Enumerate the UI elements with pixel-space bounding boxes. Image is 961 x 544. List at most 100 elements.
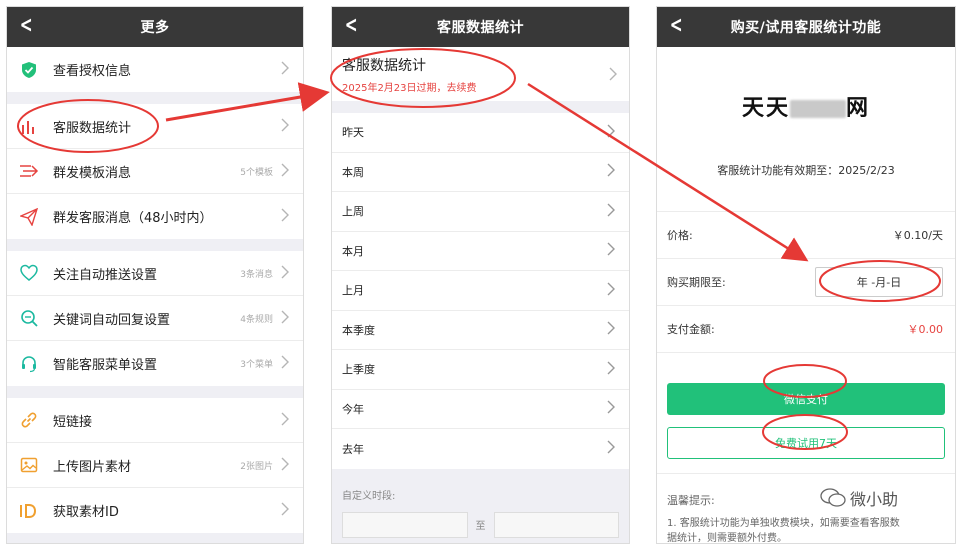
chevron-right-icon <box>281 163 289 180</box>
chevron-right-icon <box>607 282 615 299</box>
menu-item-hint: 4条规则 <box>240 314 273 325</box>
chevron-right-icon <box>281 355 289 372</box>
purchase-panel: < 购买/试用客服统计功能 天天 网 客服统计功能有效期至：2025/2/23 价… <box>656 6 956 544</box>
more-panel: < 更多 查看授权信息 客服数据统计 群发模板消息 5个模板 群发客服消息（48… <box>6 6 304 544</box>
period-label: 本月 <box>342 244 364 258</box>
menu-item-label: 群发模板消息 <box>53 165 132 181</box>
menu-item-label: 关键词自动回复设置 <box>53 312 171 328</box>
stats-renew-card[interactable]: 客服数据统计 2025年2月23日过期，去续费 <box>332 47 629 101</box>
amount-value: ￥0.00 <box>907 323 944 336</box>
period-item-this-month[interactable]: 本月 <box>332 231 629 271</box>
period-label: 今年 <box>342 402 364 416</box>
menu-item-label: 智能客服菜单设置 <box>53 358 158 373</box>
menu-item-label: 查看授权信息 <box>53 64 132 79</box>
page-title: 更多 <box>140 20 170 36</box>
period-item-this-week[interactable]: 本周 <box>332 152 629 192</box>
topbar: < 客服数据统计 <box>332 7 629 47</box>
heart-icon <box>19 263 39 283</box>
free-trial-button[interactable]: 免费试用7天 <box>667 427 945 459</box>
expiry-date-picker[interactable]: 年 -月-日 <box>815 267 943 297</box>
wechat-pay-button[interactable]: 微信支付 <box>667 383 945 415</box>
chevron-right-icon <box>281 118 289 135</box>
chevron-right-icon <box>607 400 615 417</box>
period-item-this-year[interactable]: 今年 <box>332 389 629 429</box>
chevron-right-icon <box>281 208 289 225</box>
menu-item-template-broadcast[interactable]: 群发模板消息 5个模板 <box>7 149 303 194</box>
menu-item-hint: 2张图片 <box>240 461 273 472</box>
menu-item-keyword-reply[interactable]: 关键词自动回复设置 4条规则 <box>7 296 303 341</box>
menu-item-label: 上传图片素材 <box>53 459 132 475</box>
custom-period-label: 自定义时段: <box>342 490 396 502</box>
price-label: 价格: <box>667 229 693 242</box>
brand-name: 天天 网 <box>742 90 870 122</box>
menu-item-label: 关注自动推送设置 <box>53 267 158 283</box>
chevron-right-icon <box>609 66 617 85</box>
headset-icon <box>19 354 39 374</box>
chevron-right-icon <box>281 265 289 282</box>
end-date-input[interactable] <box>493 511 619 538</box>
menu-item-hint: 3条消息 <box>240 269 273 280</box>
period-item-last-month[interactable]: 上月 <box>332 271 629 311</box>
back-arrow-icon[interactable]: < <box>20 14 33 38</box>
period-item-this-quarter[interactable]: 本季度 <box>332 310 629 350</box>
period-list: 昨天 本周 上周 本月 上月 本季度 上季度 今年 去年 <box>332 113 629 469</box>
period-label: 昨天 <box>342 126 364 140</box>
period-item-last-quarter[interactable]: 上季度 <box>332 350 629 390</box>
send-arrow-icon <box>19 161 39 181</box>
chat-bubble-icon <box>820 488 846 507</box>
blurred-brand-text <box>790 100 846 118</box>
tips-title: 温馨提示: <box>667 494 715 507</box>
period-label: 去年 <box>342 442 364 456</box>
menu-item-auth-info[interactable]: 查看授权信息 <box>7 47 303 92</box>
period-label: 上月 <box>342 284 364 298</box>
chevron-right-icon <box>607 203 615 220</box>
menu-item-upload-image[interactable]: 上传图片素材 2张图片 <box>7 443 303 488</box>
page-title: 购买/试用客服统计功能 <box>730 20 882 36</box>
period-row: 购买期限至: 年 -月-日 <box>657 259 955 306</box>
amount-label: 支付金额: <box>667 323 715 336</box>
back-arrow-icon[interactable]: < <box>345 14 358 38</box>
tips-line-1: 1. 客服统计功能为单独收费模块，如需要查看客服数 <box>667 518 900 529</box>
period-item-last-year[interactable]: 去年 <box>332 429 629 469</box>
chevron-right-icon <box>607 163 615 180</box>
chevron-right-icon <box>281 457 289 474</box>
validity-text: 客服统计功能有效期至：2025/2/23 <box>717 164 895 177</box>
period-label: 上周 <box>342 205 364 219</box>
chevron-right-icon <box>607 321 615 338</box>
expiry-renew-link[interactable]: 2025年2月23日过期，去续费 <box>342 79 619 94</box>
shield-check-icon <box>19 60 39 80</box>
menu-group-auto: 关注自动推送设置 3条消息 关键词自动回复设置 4条规则 智能客服菜单设置 3个… <box>7 251 303 386</box>
menu-item-label: 短链接 <box>53 414 93 430</box>
topbar: < 更多 <box>7 7 303 47</box>
menu-item-hint: 5个模板 <box>240 167 273 178</box>
page-title: 客服数据统计 <box>437 20 524 36</box>
menu-item-label: 获取素材ID <box>53 505 119 520</box>
period-label: 购买期限至: <box>667 276 726 289</box>
menu-item-short-link[interactable]: 短链接 <box>7 398 303 443</box>
chevron-right-icon <box>607 124 615 141</box>
menu-item-follow-push[interactable]: 关注自动推送设置 3条消息 <box>7 251 303 296</box>
period-item-last-week[interactable]: 上周 <box>332 192 629 232</box>
back-arrow-icon[interactable]: < <box>670 14 683 38</box>
magnifier-chat-icon <box>19 308 39 328</box>
tips-line-2: 据统计，则需要额外付费。 <box>667 533 787 544</box>
paper-plane-icon <box>19 207 39 227</box>
chevron-right-icon <box>607 440 615 457</box>
custom-date-range: 至 <box>332 511 629 538</box>
start-date-input[interactable] <box>342 511 468 538</box>
chevron-right-icon <box>281 61 289 78</box>
range-to-label: 至 <box>475 521 486 532</box>
menu-item-customer-stats[interactable]: 客服数据统计 <box>7 104 303 149</box>
period-label: 本周 <box>342 165 364 179</box>
menu-item-smart-menu[interactable]: 智能客服菜单设置 3个菜单 <box>7 341 303 386</box>
chevron-right-icon <box>607 242 615 259</box>
image-icon <box>19 455 39 475</box>
tips-section: 温馨提示: 1. 客服统计功能为单独收费模块，如需要查看客服数 据统计，则需要额… <box>657 473 955 544</box>
menu-group-assets: 短链接 上传图片素材 2张图片 获取素材ID <box>7 398 303 533</box>
menu-item-service-broadcast[interactable]: 群发客服消息（48小时内） <box>7 194 303 239</box>
bar-chart-icon <box>19 116 39 136</box>
menu-item-hint: 3个菜单 <box>240 360 273 370</box>
period-item-yesterday[interactable]: 昨天 <box>332 113 629 153</box>
stats-head-title: 客服数据统计 <box>342 58 426 74</box>
menu-item-material-id[interactable]: 获取素材ID <box>7 488 303 533</box>
